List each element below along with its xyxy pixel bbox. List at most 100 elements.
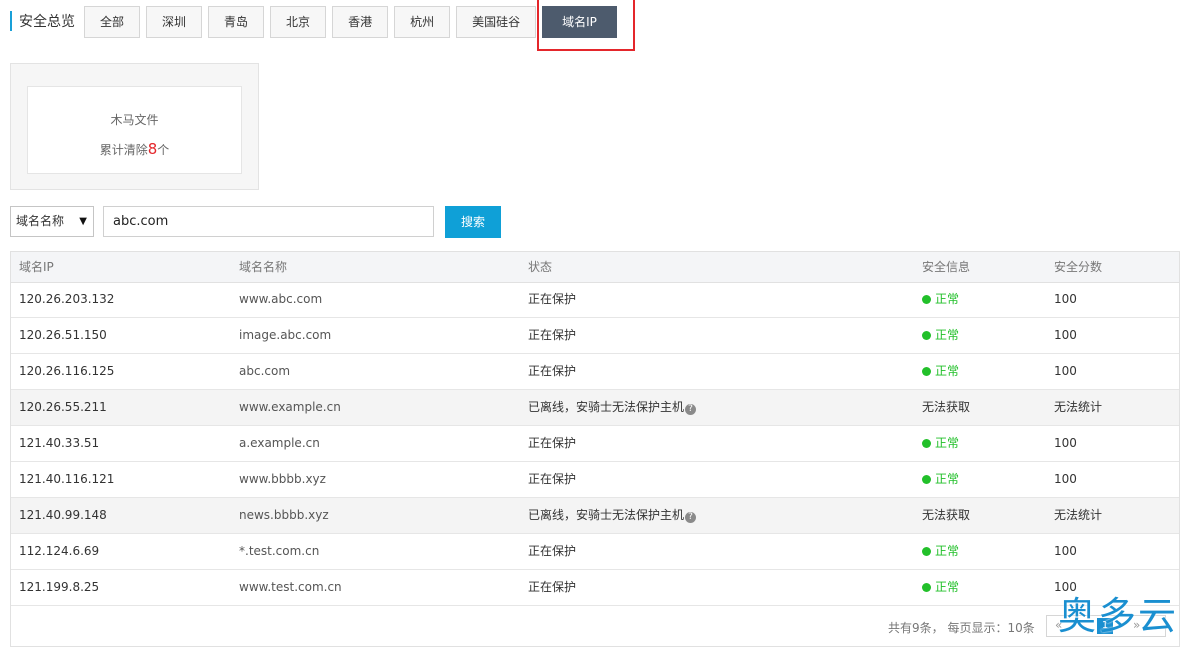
security-info-text: 无法获取 bbox=[922, 508, 971, 522]
security-info-text: 正常 bbox=[935, 292, 960, 306]
cell-ip: 121.40.33.51 bbox=[19, 436, 100, 450]
cell-score: 无法统计 bbox=[1054, 508, 1103, 522]
select-value: 域名名称 bbox=[16, 214, 65, 228]
stat-label: 木马文件 bbox=[110, 113, 159, 127]
status-dot-icon bbox=[922, 583, 931, 592]
stat-count: 8 bbox=[147, 140, 158, 158]
cell-ip: 120.26.51.150 bbox=[19, 328, 107, 342]
col-security-info: 安全信息 bbox=[922, 260, 971, 274]
tab-silicon-valley[interactable]: 美国硅谷 bbox=[456, 6, 537, 38]
table-row: 120.26.116.125 abc.com 正在保护 正常 100 bbox=[11, 354, 1179, 390]
security-info-text: 无法获取 bbox=[922, 400, 971, 414]
cell-score: 无法统计 bbox=[1054, 400, 1103, 414]
status-text: 正在保护 bbox=[528, 472, 577, 486]
table-row: 121.199.8.25 www.test.com.cn 正在保护 正常 100 bbox=[11, 570, 1179, 606]
status-dot-icon bbox=[922, 331, 931, 340]
status-text: 正在保护 bbox=[528, 544, 577, 558]
security-info-text: 正常 bbox=[935, 436, 960, 450]
tab-all[interactable]: 全部 bbox=[84, 6, 141, 38]
status-dot-icon bbox=[922, 439, 931, 448]
dropdown-arrow-icon: ▼ bbox=[79, 216, 87, 227]
cell-security-info: 正常 bbox=[922, 282, 959, 317]
tab-qingdao[interactable]: 青岛 bbox=[208, 6, 265, 38]
page-title: 安全总览 bbox=[19, 14, 75, 30]
cell-domain: www.abc.com bbox=[239, 292, 323, 306]
search-button[interactable]: 搜索 bbox=[445, 206, 501, 238]
cell-ip: 120.26.55.211 bbox=[19, 400, 107, 414]
col-domain-ip: 域名IP bbox=[19, 260, 54, 274]
cell-status: 已离线，安骑士无法保护主机? bbox=[528, 390, 697, 425]
highlight-box bbox=[537, 0, 635, 51]
col-security-score: 安全分数 bbox=[1054, 260, 1103, 274]
cell-score: 100 bbox=[1054, 328, 1077, 342]
status-text: 正在保护 bbox=[528, 436, 577, 450]
security-info-text: 正常 bbox=[935, 364, 960, 378]
cell-status: 正在保护 bbox=[528, 318, 576, 353]
help-icon[interactable]: ? bbox=[685, 512, 697, 523]
title-accent-bar bbox=[10, 11, 12, 31]
cell-score: 100 bbox=[1054, 364, 1077, 378]
cell-security-info: 正常 bbox=[922, 570, 959, 605]
status-text: 已离线，安骑士无法保护主机 bbox=[528, 508, 685, 522]
watermark-logo: 奥多云 bbox=[1058, 594, 1179, 638]
status-dot-icon bbox=[922, 367, 931, 376]
cell-status: 已离线，安骑士无法保护主机? bbox=[528, 498, 697, 533]
table-header: 域名IP 域名名称 状态 安全信息 安全分数 bbox=[11, 252, 1179, 283]
cell-ip: 121.40.116.121 bbox=[19, 472, 115, 486]
col-domain-name: 域名名称 bbox=[239, 260, 288, 274]
search-field-select[interactable]: 域名名称 ▼ bbox=[10, 206, 94, 237]
cell-status: 正在保护 bbox=[528, 570, 576, 605]
security-info-text: 正常 bbox=[935, 544, 960, 558]
table-row: 121.40.116.121 www.bbbb.xyz 正在保护 正常 100 bbox=[11, 462, 1179, 498]
status-text: 正在保护 bbox=[528, 292, 577, 306]
pagination-summary: 共有9条， 每页显示：10条 bbox=[888, 621, 1035, 635]
cell-ip: 112.124.6.69 bbox=[19, 544, 100, 558]
cell-ip: 120.26.203.132 bbox=[19, 292, 115, 306]
table-row: 120.26.55.211 www.example.cn 已离线，安骑士无法保护主机… bbox=[11, 390, 1179, 426]
cell-security-info: 正常 bbox=[922, 354, 959, 389]
security-info-text: 正常 bbox=[935, 580, 960, 594]
cell-security-info: 正常 bbox=[922, 462, 959, 497]
stat-suffix: 个 bbox=[157, 143, 170, 157]
cell-score: 100 bbox=[1054, 472, 1077, 486]
status-dot-icon bbox=[922, 295, 931, 304]
table-row: 121.40.33.51 a.example.cn 正在保护 正常 100 bbox=[11, 426, 1179, 462]
table-row: 120.26.51.150 image.abc.com 正在保护 正常 100 bbox=[11, 318, 1179, 354]
cell-domain: www.example.cn bbox=[239, 400, 341, 414]
cell-status: 正在保护 bbox=[528, 462, 576, 497]
cell-status: 正在保护 bbox=[528, 282, 576, 317]
stat-cleared-line: 累计清除8个 bbox=[28, 140, 241, 158]
tab-hongkong[interactable]: 香港 bbox=[332, 6, 389, 38]
help-icon[interactable]: ? bbox=[685, 404, 697, 415]
cell-score: 100 bbox=[1054, 292, 1077, 306]
status-dot-icon bbox=[922, 547, 931, 556]
col-status: 状态 bbox=[528, 260, 553, 274]
trojan-stat-card: 木马文件 累计清除8个 bbox=[27, 86, 242, 174]
status-text: 正在保护 bbox=[528, 364, 577, 378]
security-info-text: 正常 bbox=[935, 472, 960, 486]
status-text: 正在保护 bbox=[528, 328, 577, 342]
tab-beijing[interactable]: 北京 bbox=[270, 6, 327, 38]
cell-security-info: 无法获取 bbox=[922, 390, 970, 425]
stat-prefix: 累计清除 bbox=[99, 143, 148, 157]
search-input[interactable]: abc.com bbox=[103, 206, 434, 237]
cell-domain: image.abc.com bbox=[239, 328, 332, 342]
cell-domain: www.bbbb.xyz bbox=[239, 472, 326, 486]
tab-hangzhou[interactable]: 杭州 bbox=[394, 6, 451, 38]
cell-domain: *.test.com.cn bbox=[239, 544, 320, 558]
table-row: 121.40.99.148 news.bbbb.xyz 已离线，安骑士无法保护主机?… bbox=[11, 498, 1179, 534]
tab-shenzhen[interactable]: 深圳 bbox=[146, 6, 203, 38]
cell-domain: abc.com bbox=[239, 364, 291, 378]
cell-domain: a.example.cn bbox=[239, 436, 320, 450]
domain-table: 域名IP 域名名称 状态 安全信息 安全分数 120.26.203.132 www… bbox=[10, 251, 1180, 647]
cell-ip: 120.26.116.125 bbox=[19, 364, 115, 378]
table-row: 112.124.6.69 *.test.com.cn 正在保护 正常 100 bbox=[11, 534, 1179, 570]
cell-security-info: 无法获取 bbox=[922, 498, 970, 533]
cell-ip: 121.199.8.25 bbox=[19, 580, 100, 594]
cell-ip: 121.40.99.148 bbox=[19, 508, 107, 522]
status-text: 正在保护 bbox=[528, 580, 577, 594]
cell-security-info: 正常 bbox=[922, 318, 959, 353]
cell-domain: news.bbbb.xyz bbox=[239, 508, 329, 522]
cell-security-info: 正常 bbox=[922, 426, 959, 461]
cell-domain: www.test.com.cn bbox=[239, 580, 342, 594]
